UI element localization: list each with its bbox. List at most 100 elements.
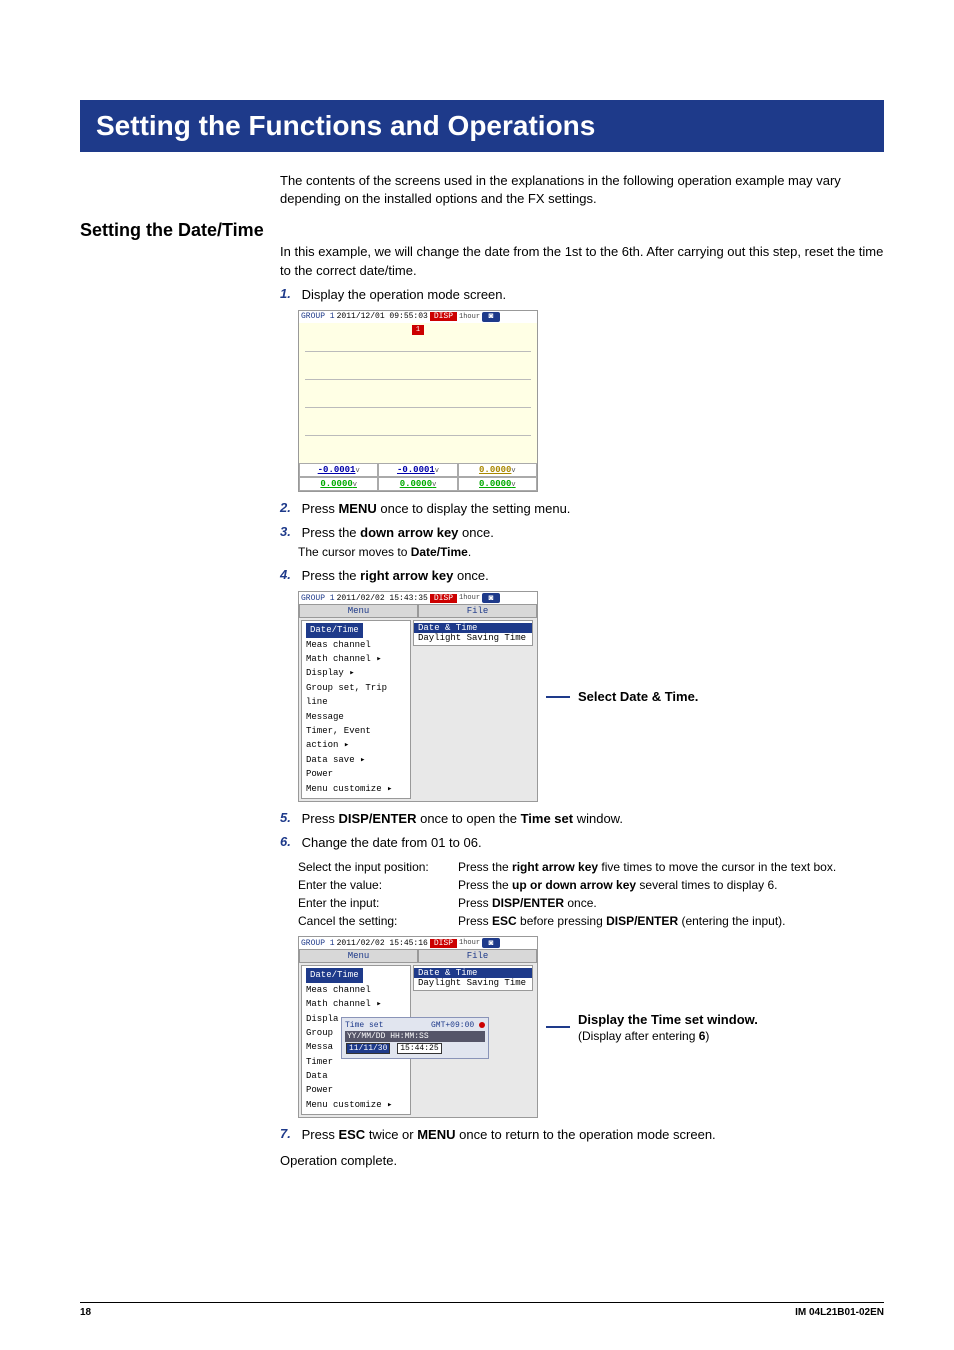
menu-item: Menu customize ▸: [306, 782, 406, 796]
menu-item: Math channel ▸: [306, 652, 406, 666]
submenu-item: Daylight Saving Time: [418, 978, 528, 988]
scr-group: GROUP 1: [301, 312, 335, 321]
scr-chart-area: 1: [299, 323, 537, 463]
step-number: 4.: [280, 567, 298, 582]
kv-enter-input: Enter the input: Press DISP/ENTER once.: [298, 894, 884, 912]
step-7: 7. Press ESC twice or MENU once to retur…: [280, 1126, 884, 1144]
step-1: 1. Display the operation mode screen.: [280, 286, 884, 304]
menu-item: Math channel ▸: [306, 997, 406, 1011]
scr-timestamp: 2011/12/01 09:55:03: [337, 312, 428, 321]
menu-list: Date/Time Meas channel Math channel ▸ Di…: [301, 620, 411, 799]
step-4: 4. Press the right arrow key once.: [280, 567, 884, 585]
menu-item: Meas channel: [306, 983, 406, 997]
step-number: 7.: [280, 1126, 298, 1141]
kv-enter-value: Enter the value: Press the up or down ar…: [298, 876, 884, 894]
menu-item: Group set, Trip line: [306, 681, 406, 710]
screenshot-1-wrap: GROUP 1 2011/12/01 09:55:03 DISP 1hour ◙…: [298, 310, 884, 492]
step-2: 2. Press MENU once to display the settin…: [280, 500, 884, 518]
kv-select-position: Select the input position: Press the rig…: [298, 858, 884, 876]
step-number: 6.: [280, 834, 298, 849]
scr-hour: 1hour: [459, 313, 480, 321]
time-set-popup: Time set GMT+09:00 YY/MM/DD HH:MM:SS 11/…: [341, 1017, 489, 1059]
page-number: 18: [80, 1307, 91, 1318]
reading-3: 0.0000: [479, 465, 511, 475]
camera-icon: ◙: [482, 938, 500, 948]
file-tab: File: [418, 604, 537, 618]
callout-select-datetime: Select Date & Time.: [578, 689, 698, 704]
page-footer: 18 IM 04L21B01-02EN: [80, 1302, 884, 1318]
doc-id: IM 04L21B01-02EN: [795, 1307, 884, 1318]
step-text: Display the operation mode screen.: [302, 286, 862, 304]
callout-line: [546, 1026, 570, 1028]
time-set-title: Time set: [345, 1021, 383, 1030]
red-dot-icon: [479, 1022, 485, 1028]
operation-complete: Operation complete.: [280, 1152, 884, 1170]
menu-item: Timer, Event action ▸: [306, 724, 406, 753]
screenshot-3-wrap: GROUP 1 2011/02/02 15:45:16 DISP 1hour ◙…: [298, 936, 884, 1118]
submenu-item-datetime: Date & Time: [414, 623, 532, 633]
scr-header: GROUP 1 2011/02/02 15:45:16 DISP 1hour ◙: [299, 937, 537, 949]
screenshot-2-wrap: GROUP 1 2011/02/02 15:43:35 DISP 1hour ◙…: [298, 591, 884, 802]
menu-item: Display ▸: [306, 666, 406, 680]
menu-item-datetime: Date/Time: [306, 623, 363, 637]
menu-item-datetime: Date/Time: [306, 968, 363, 982]
step-text: Press the right arrow key once.: [302, 567, 862, 585]
intro-paragraph: The contents of the screens used in the …: [280, 172, 884, 208]
reading-1: -0.0001: [318, 465, 356, 475]
section-intro: In this example, we will change the date…: [280, 243, 884, 279]
time-set-time: 15:44:25: [397, 1043, 441, 1054]
section-title: Setting the Date/Time: [80, 220, 884, 241]
submenu-item: Daylight Saving Time: [418, 633, 528, 643]
kv-cancel: Cancel the setting: Press ESC before pre…: [298, 912, 884, 930]
screenshot-1: GROUP 1 2011/12/01 09:55:03 DISP 1hour ◙…: [298, 310, 538, 492]
page-banner: Setting the Functions and Operations: [80, 100, 884, 152]
step-number: 1.: [280, 286, 298, 301]
disp-badge: DISP: [430, 312, 457, 321]
reading-6: 0.0000: [479, 479, 511, 489]
menu-item: Message: [306, 710, 406, 724]
step-text: Press MENU once to display the setting m…: [302, 500, 862, 518]
file-tab: File: [418, 949, 537, 963]
step-number: 2.: [280, 500, 298, 515]
callout-line: [546, 696, 570, 698]
menu-item: Menu customize ▸: [306, 1098, 406, 1112]
menu-item: Data save ▸: [306, 753, 406, 767]
step-3: 3. Press the down arrow key once. The cu…: [280, 524, 884, 561]
reading-5: 0.0000: [400, 479, 432, 489]
submenu-item-datetime: Date & Time: [414, 968, 532, 978]
step-subtext: The cursor moves to Date/Time.: [298, 544, 884, 561]
scr-readings-row1: -0.0001v -0.0001v 0.0000v: [299, 463, 537, 477]
scr-header: GROUP 1 2011/02/02 15:43:35 DISP 1hour ◙: [299, 592, 537, 604]
reading-4: 0.0000: [320, 479, 352, 489]
callout-time-set: Display the Time set window. (Display af…: [578, 1012, 758, 1043]
screenshot-3: GROUP 1 2011/02/02 15:45:16 DISP 1hour ◙…: [298, 936, 538, 1118]
step-number: 3.: [280, 524, 298, 539]
step-text: Change the date from 01 to 06.: [302, 834, 862, 852]
step-number: 5.: [280, 810, 298, 825]
menu-item: Power: [306, 767, 406, 781]
submenu: Date & Time Daylight Saving Time: [413, 620, 533, 646]
scr-header: GROUP 1 2011/12/01 09:55:03 DISP 1hour ◙: [299, 311, 537, 323]
scr-readings-row2: 0.0000v 0.0000v 0.0000v: [299, 477, 537, 491]
step-5: 5. Press DISP/ENTER once to open the Tim…: [280, 810, 884, 828]
step-6: 6. Change the date from 01 to 06.: [280, 834, 884, 852]
screenshot-2: GROUP 1 2011/02/02 15:43:35 DISP 1hour ◙…: [298, 591, 538, 802]
submenu: Date & Time Daylight Saving Time: [413, 965, 533, 991]
menu-item: Power: [306, 1083, 406, 1097]
time-set-tz: GMT+09:00: [431, 1021, 485, 1030]
camera-icon: ◙: [482, 593, 500, 603]
chart-tag: 1: [412, 325, 424, 335]
time-set-date: 11/11/30: [346, 1043, 390, 1054]
reading-2: -0.0001: [397, 465, 435, 475]
camera-icon: ◙: [482, 312, 500, 322]
menu-tab: Menu: [299, 949, 418, 963]
scr-menubar: Menu File: [299, 604, 537, 618]
step-text: Press ESC twice or MENU once to return t…: [302, 1126, 862, 1144]
step-text: Press the down arrow key once.: [302, 524, 862, 542]
step-text: Press DISP/ENTER once to open the Time s…: [302, 810, 862, 828]
time-set-format: YY/MM/DD HH:MM:SS: [345, 1031, 485, 1042]
menu-tab: Menu: [299, 604, 418, 618]
menu-item: Data: [306, 1069, 406, 1083]
menu-item: Meas channel: [306, 638, 406, 652]
scr-menubar: Menu File: [299, 949, 537, 963]
